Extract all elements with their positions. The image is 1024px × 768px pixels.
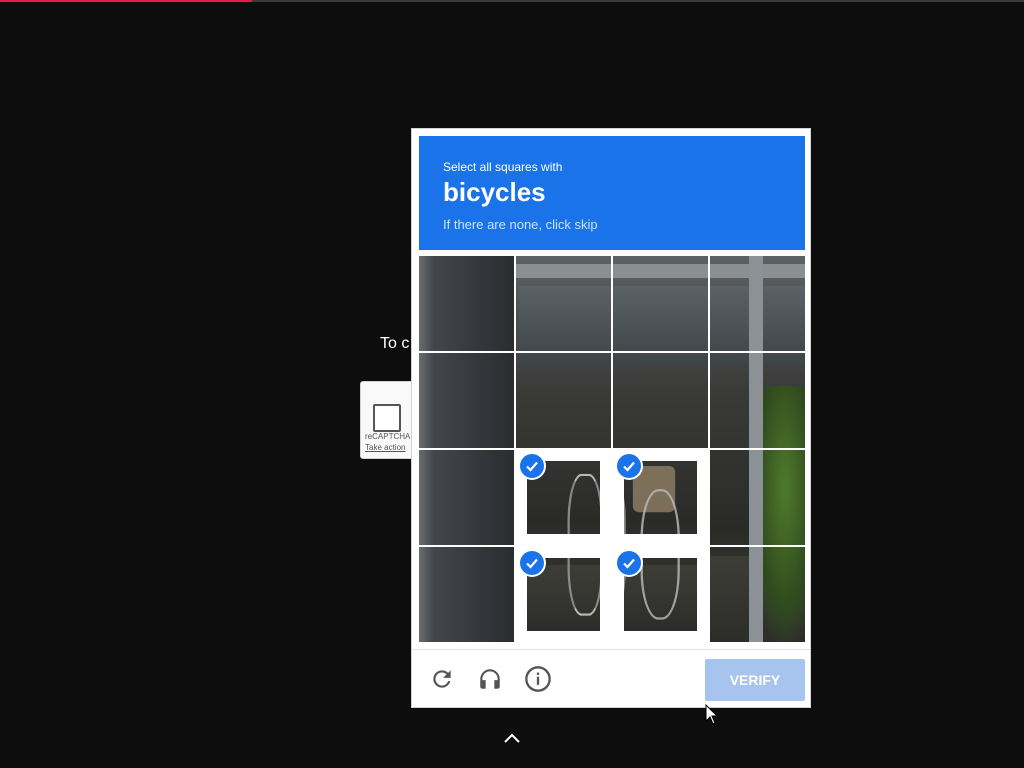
background-text: To c <box>380 335 410 352</box>
page-load-progress <box>0 0 252 2</box>
image-tile[interactable] <box>710 450 805 545</box>
image-tile[interactable] <box>710 353 805 448</box>
chevron-up-icon[interactable] <box>502 731 522 745</box>
recaptcha-brand-label: reCAPTCHA <box>365 432 411 441</box>
reload-button[interactable] <box>427 664 457 694</box>
image-tile[interactable] <box>613 256 708 351</box>
selected-check-icon <box>520 551 544 575</box>
info-button[interactable] <box>523 664 553 694</box>
tile-image <box>516 256 611 351</box>
tile-image <box>613 353 708 448</box>
info-icon <box>525 666 551 692</box>
image-tile[interactable] <box>613 353 708 448</box>
verify-button[interactable]: VERIFY <box>705 659 805 701</box>
recaptcha-checkbox[interactable] <box>373 404 401 432</box>
captcha-challenge-dialog: Select all squares with bicycles If ther… <box>411 128 811 708</box>
mouse-cursor-icon <box>705 704 719 725</box>
tile-image <box>613 256 708 351</box>
image-tile[interactable] <box>419 256 514 351</box>
image-tile[interactable] <box>613 450 708 545</box>
challenge-header: Select all squares with bicycles If ther… <box>419 136 805 250</box>
audio-challenge-button[interactable] <box>475 664 505 694</box>
tile-image <box>710 547 805 642</box>
reload-icon <box>433 670 451 688</box>
tile-image <box>710 450 805 545</box>
image-tile[interactable] <box>419 547 514 642</box>
prompt-target: bicycles <box>443 177 546 207</box>
selected-check-icon <box>520 454 544 478</box>
image-tile[interactable] <box>516 353 611 448</box>
tile-image <box>516 353 611 448</box>
tile-image <box>419 547 514 642</box>
headphones-icon <box>480 669 500 689</box>
image-tile[interactable] <box>613 547 708 642</box>
tile-image <box>710 353 805 448</box>
image-tile[interactable] <box>710 256 805 351</box>
challenge-footer: VERIFY <box>412 650 810 707</box>
image-tile[interactable] <box>419 353 514 448</box>
tile-image <box>710 256 805 351</box>
selected-check-icon <box>617 454 641 478</box>
image-tile[interactable] <box>516 450 611 545</box>
image-tile[interactable] <box>710 547 805 642</box>
prompt-hint: If there are none, click skip <box>443 217 598 232</box>
tile-image <box>419 256 514 351</box>
image-tile[interactable] <box>419 450 514 545</box>
prompt-intro: Select all squares with <box>443 160 563 174</box>
image-tile[interactable] <box>516 256 611 351</box>
image-grid <box>419 256 805 642</box>
tile-image <box>419 450 514 545</box>
image-tile[interactable] <box>516 547 611 642</box>
take-action-link[interactable]: Take action <box>365 443 405 452</box>
selected-check-icon <box>617 551 641 575</box>
tile-image <box>419 353 514 448</box>
